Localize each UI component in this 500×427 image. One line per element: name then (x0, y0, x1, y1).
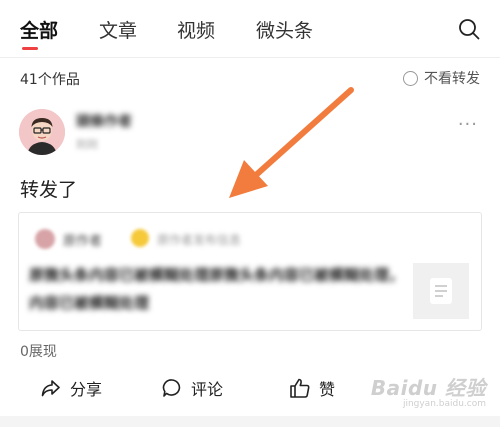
share-label: 分享 (70, 380, 103, 399)
tabs-divider (0, 57, 500, 58)
watermark-logo: Baidu 经验 (370, 376, 486, 400)
article-thumbnail (413, 263, 469, 319)
tab-articles[interactable]: 文章 (99, 16, 137, 43)
share-button[interactable]: 分享 (40, 376, 102, 400)
quoted-author-avatar (35, 229, 55, 249)
baidu-watermark: Baidu 经验 jingyan.baidu.com (371, 372, 486, 409)
more-options-icon[interactable]: ··· (458, 114, 478, 135)
post-text: 转发了 (20, 179, 78, 201)
search-icon[interactable] (458, 18, 480, 40)
post-time: 刚刚 (76, 138, 98, 151)
hide-repost-toggle[interactable]: 不看转发 (403, 68, 480, 88)
like-button[interactable]: 赞 (289, 376, 335, 400)
feed-separator (0, 416, 500, 427)
comment-icon (162, 379, 181, 397)
tab-micro-headlines[interactable]: 微头条 (256, 16, 313, 43)
active-tab-indicator (22, 47, 38, 50)
hide-repost-label: 不看转发 (424, 71, 480, 87)
content-tabs: 全部 文章 视频 微头条 (0, 0, 500, 58)
avatar[interactable] (19, 109, 65, 155)
comment-button[interactable]: 评论 (161, 376, 223, 400)
like-label: 赞 (319, 380, 336, 399)
tab-videos[interactable]: 视频 (177, 16, 215, 43)
quoted-post-card[interactable]: 原作者 原作者发布信息 原微头条内容已被模糊处理原微头条内容已被模糊处理，内容已… (18, 212, 482, 331)
radio-icon[interactable] (403, 70, 418, 86)
tab-all[interactable]: 全部 (20, 16, 58, 43)
quoted-author-meta: 原作者发布信息 (157, 233, 242, 247)
thumbs-up-icon (290, 378, 310, 398)
impressions-count: 0展现 (20, 344, 57, 360)
share-icon (41, 380, 60, 397)
quoted-post-body: 原微头条内容已被模糊处理原微头条内容已被模糊处理，内容已被模糊处理 (29, 266, 405, 312)
works-count: 41个作品 (20, 72, 80, 88)
quoted-author-name: 原作者 (63, 234, 103, 249)
verified-badge-icon (131, 229, 149, 247)
document-icon (430, 278, 452, 304)
comment-label: 评论 (191, 380, 224, 399)
author-name[interactable]: 頭條作者 (76, 111, 132, 131)
